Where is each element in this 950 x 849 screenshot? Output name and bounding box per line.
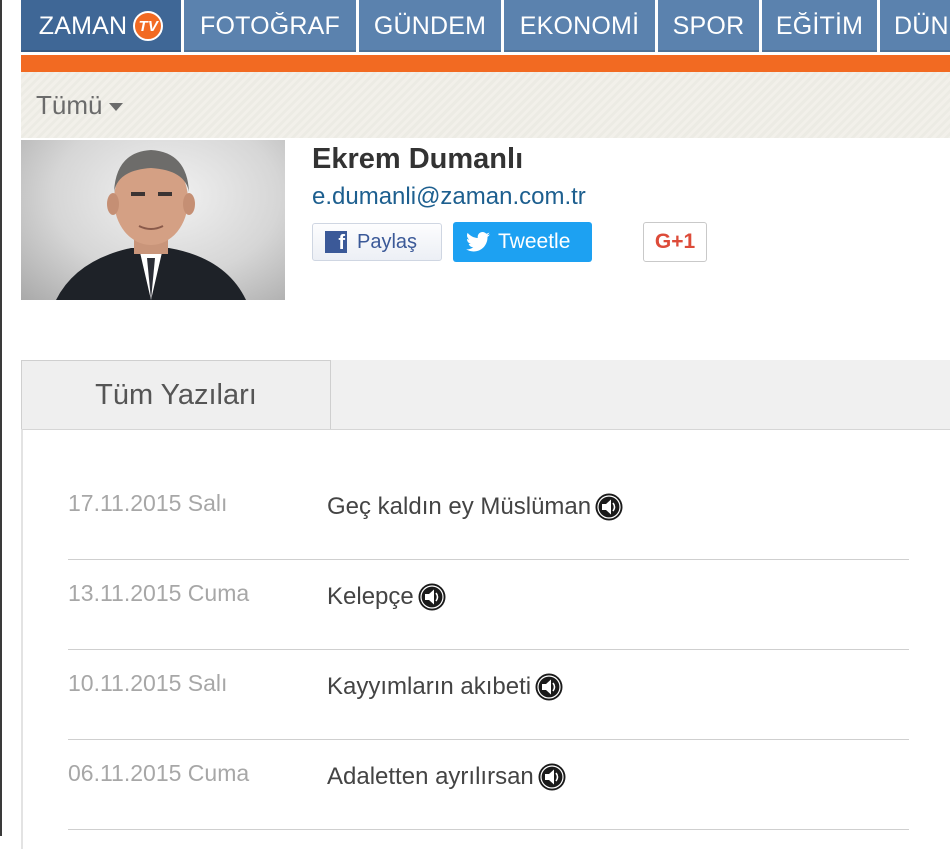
author-photo — [21, 140, 285, 300]
article-row: 06.11.2015 Cuma Adaletten ayrılırsan — [68, 740, 909, 830]
nav-item-fotograf[interactable]: FOTOĞRAF — [184, 0, 356, 52]
article-title-link[interactable]: Kayyımların akıbeti — [327, 672, 564, 702]
article-date: 06.11.2015 Cuma — [68, 760, 250, 786]
nav-brand-zaman[interactable]: ZAMAN TV — [21, 0, 181, 52]
zaman-tv-logo-icon: TV — [133, 11, 164, 41]
tweet-label: Tweetle — [498, 230, 571, 253]
accent-bar — [21, 55, 950, 72]
article-row: 13.11.2015 Cuma Kelepçe — [68, 560, 909, 650]
article-title-link[interactable]: Kelepçe — [327, 582, 447, 612]
left-edge-rule — [0, 0, 2, 836]
facebook-share-label: Paylaş — [357, 230, 418, 253]
author-portrait-image — [56, 150, 246, 300]
article-title-link[interactable]: Adaletten ayrılırsan — [327, 762, 567, 792]
article-title-link[interactable]: Geç kaldın ey Müslüman — [327, 492, 624, 522]
article-row: 17.11.2015 Salı Geç kaldın ey Müslüman — [68, 470, 909, 560]
author-email-link[interactable]: e.dumanli@zaman.com.tr — [312, 183, 586, 211]
article-title: Geç kaldın ey Müslüman — [327, 493, 592, 520]
audio-speaker-icon[interactable] — [417, 582, 447, 612]
filter-dropdown[interactable]: Tümü — [36, 90, 124, 121]
audio-speaker-icon[interactable] — [534, 672, 564, 702]
author-name: Ekrem Dumanlı — [312, 143, 524, 175]
audio-speaker-icon[interactable] — [537, 762, 567, 792]
nav-item-ekonomi[interactable]: EKONOMİ — [504, 0, 655, 52]
facebook-share-button[interactable]: f Paylaş — [312, 223, 442, 261]
article-title: Kayyımların akıbeti — [327, 673, 532, 700]
article-row: 10.11.2015 Salı Kayyımların akıbeti — [68, 650, 909, 740]
nav-item-egitim[interactable]: EĞİTİM — [762, 0, 877, 52]
tab-all-articles-label: Tüm Yazıları — [95, 378, 257, 411]
tweet-button[interactable]: Tweetle — [453, 222, 592, 262]
article-title: Kelepçe — [327, 583, 414, 610]
article-date: 13.11.2015 Cuma — [68, 580, 250, 606]
top-navigation: ZAMAN TV FOTOĞRAF GÜNDEM EKONOMİ SPOR EĞ… — [21, 0, 950, 52]
tab-all-articles[interactable]: Tüm Yazıları — [21, 360, 331, 430]
filter-bar: Tümü — [21, 72, 950, 138]
nav-item-spor[interactable]: SPOR — [658, 0, 759, 52]
caret-down-icon — [109, 102, 124, 111]
nav-item-dunya[interactable]: DÜN — [880, 0, 950, 52]
filter-dropdown-label: Tümü — [36, 90, 103, 120]
audio-speaker-icon[interactable] — [594, 492, 624, 522]
twitter-bird-icon — [466, 232, 490, 252]
article-date: 10.11.2015 Salı — [68, 670, 228, 696]
google-plus-button[interactable]: G+1 — [643, 222, 707, 262]
article-date: 17.11.2015 Salı — [68, 490, 228, 516]
nav-item-gundem[interactable]: GÜNDEM — [359, 0, 501, 52]
article-title: Adaletten ayrılırsan — [327, 763, 534, 790]
brand-label: ZAMAN — [38, 11, 128, 40]
facebook-icon: f — [325, 231, 347, 253]
google-plus-label: G+1 — [654, 230, 696, 253]
